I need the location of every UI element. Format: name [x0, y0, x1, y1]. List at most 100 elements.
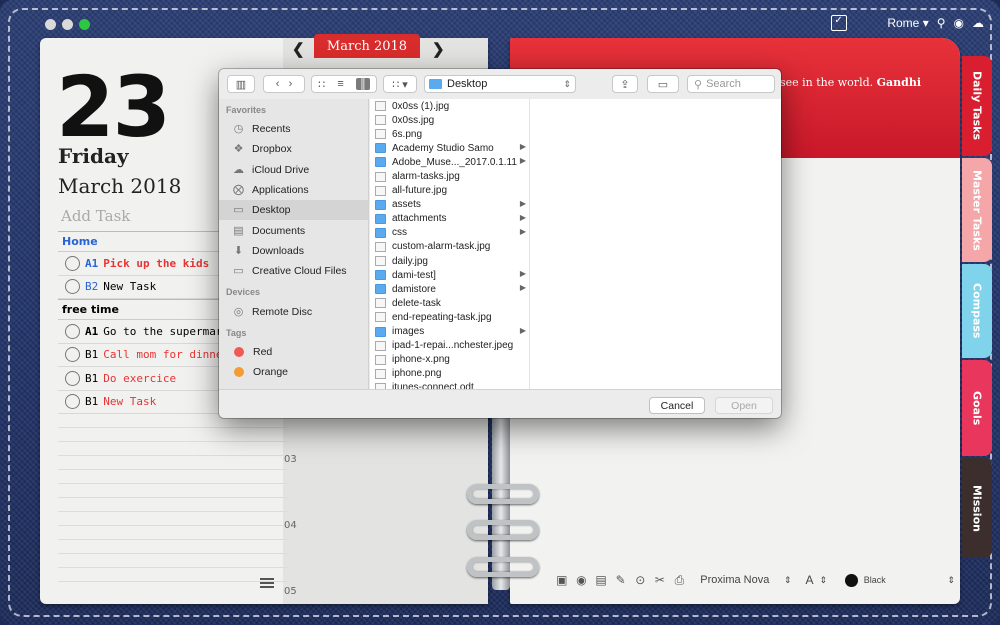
attachment-icon[interactable]: ✂: [653, 573, 667, 587]
file-list-item[interactable]: Adobe_Muse..._2017.0.1.11 ▶: [370, 155, 529, 169]
tag-button[interactable]: ▭: [647, 75, 679, 93]
icon-view-icon[interactable]: ∷: [318, 78, 325, 91]
color-stepper-icon[interactable]: ⇕: [947, 575, 955, 586]
cloud-icon[interactable]: ☁: [972, 16, 984, 30]
file-list-item[interactable]: ipad-1-repai...nchester.jpeg: [370, 339, 529, 353]
file-list-item[interactable]: 0x0ss (1).jpg: [370, 99, 529, 113]
brush-icon[interactable]: ✎: [614, 573, 628, 587]
file-list-item[interactable]: daily.jpg: [370, 254, 529, 268]
file-list-item[interactable]: images ▶: [370, 325, 529, 339]
month-tab[interactable]: March 2018: [314, 34, 420, 58]
file-list-item[interactable]: attachments ▶: [370, 212, 529, 226]
chevron-right-icon[interactable]: ❯: [432, 40, 445, 58]
file-list-item[interactable]: dami-test] ▶: [370, 268, 529, 282]
city-selector[interactable]: Rome ▾: [887, 16, 928, 30]
image-icon[interactable]: ▣: [555, 573, 569, 587]
minimize-window-button[interactable]: [62, 19, 73, 30]
download-icon: ⬇: [233, 244, 244, 257]
file-name: iphone.png: [392, 368, 442, 380]
font-stepper-icon[interactable]: ⇕: [784, 575, 792, 586]
sidebar-item-tag-orange[interactable]: Orange: [219, 362, 368, 382]
favorites-header: Favorites: [226, 105, 267, 115]
tab-master-tasks[interactable]: Master Tasks: [962, 158, 992, 262]
tab-label: Goals: [970, 390, 984, 426]
file-list-item[interactable]: end-repeating-task.jpg: [370, 310, 529, 324]
font-selector[interactable]: Proxima Nova: [700, 574, 778, 586]
disclosure-arrow-icon: ▶: [519, 269, 526, 279]
tab-goals[interactable]: Goals: [962, 360, 992, 456]
tab-compass[interactable]: Compass: [962, 264, 992, 358]
file-list-item[interactable]: iphone.png: [370, 367, 529, 381]
clipboard-icon[interactable]: ▤: [594, 573, 608, 587]
sidebar-item-desktop[interactable]: ▭ Desktop: [219, 200, 368, 221]
sidebar-item-tag-red[interactable]: Red: [219, 342, 368, 362]
microphone-icon[interactable]: ⊙: [633, 573, 647, 587]
task-checkbox[interactable]: [65, 370, 80, 386]
file-name: iphone-x.png: [392, 354, 450, 366]
sidebar-item-documents[interactable]: ▤ Documents: [219, 220, 368, 240]
file-list-item[interactable]: assets ▶: [370, 198, 529, 212]
folder-icon: [375, 326, 386, 337]
file-name: assets: [392, 199, 421, 211]
chevron-left-icon[interactable]: ❮: [292, 40, 305, 58]
sidebar-toggle-button[interactable]: ▥: [227, 75, 255, 93]
size-stepper-icon[interactable]: ⇕: [820, 575, 828, 586]
file-list-item[interactable]: Academy Studio Samo ▶: [370, 141, 529, 155]
file-list-item[interactable]: alarm-tasks.jpg: [370, 169, 529, 183]
file-list-item[interactable]: iphone-x.png: [370, 353, 529, 367]
sidebar-item-creative-cloud-files[interactable]: ▭ Creative Cloud Files: [219, 261, 368, 281]
file-list-item[interactable]: itunes-connect.odt: [370, 381, 529, 389]
sidebar-item-label: Creative Cloud Files: [252, 265, 347, 278]
hamburger-menu-icon[interactable]: [260, 578, 274, 588]
eye-icon[interactable]: ◉: [954, 16, 964, 30]
sidebar-item-applications[interactable]: ⨂ Applications: [219, 180, 368, 200]
file-list-item[interactable]: css ▶: [370, 226, 529, 240]
add-task-input[interactable]: Add Task: [61, 207, 130, 225]
sidebar-item-recents[interactable]: ◷ Recents: [219, 119, 368, 139]
task-checkbox[interactable]: [65, 255, 80, 271]
sidebar-item-dropbox[interactable]: ❖ Dropbox: [219, 139, 368, 159]
sidebar-item-downloads[interactable]: ⬇ Downloads: [219, 241, 368, 261]
file-list-item[interactable]: 6s.png: [370, 127, 529, 141]
print-icon[interactable]: ⎙: [673, 573, 687, 587]
location-popup[interactable]: Desktop ⇕: [424, 75, 576, 93]
back-forward-buttons[interactable]: ‹ ›: [263, 75, 305, 93]
task-checkbox[interactable]: [65, 394, 80, 410]
file-list-item[interactable]: custom-alarm-task.jpg: [370, 240, 529, 254]
file-list-item[interactable]: delete-task: [370, 296, 529, 310]
calendar-check-icon[interactable]: [831, 15, 848, 31]
search-placeholder: Search: [706, 78, 741, 90]
image-file-icon: [375, 354, 386, 365]
weekday-label: Friday: [58, 144, 129, 168]
folder-icon: [375, 270, 386, 281]
file-list-item[interactable]: damistore ▶: [370, 282, 529, 296]
tab-label: Daily Tasks: [970, 71, 984, 141]
preview-column: [530, 99, 781, 389]
sidebar-item-icloud-drive[interactable]: ☁ iCloud Drive: [219, 160, 368, 180]
task-checkbox[interactable]: [65, 323, 80, 339]
arrange-menu-button[interactable]: ∷ ▾: [383, 75, 417, 93]
cancel-button[interactable]: Cancel: [649, 397, 705, 414]
file-list-item[interactable]: 0x0ss.jpg: [370, 113, 529, 127]
share-button[interactable]: ⇪: [612, 75, 638, 93]
task-checkbox[interactable]: [65, 347, 80, 363]
file-name: 6s.png: [392, 128, 423, 140]
color-swatch[interactable]: [845, 573, 858, 587]
color-name[interactable]: Black: [864, 575, 942, 585]
open-button[interactable]: Open: [715, 397, 773, 414]
tab-mission[interactable]: Mission: [962, 458, 992, 558]
close-window-button[interactable]: [45, 19, 56, 30]
location-pin-icon[interactable]: ◉: [575, 573, 589, 587]
search-icon[interactable]: ⚲: [937, 16, 946, 30]
column-view-icon[interactable]: ║: [356, 78, 370, 90]
font-size-button[interactable]: A: [806, 573, 814, 587]
list-view-icon[interactable]: ≡: [337, 78, 343, 90]
tab-daily-tasks[interactable]: Daily Tasks: [962, 56, 992, 156]
zoom-window-button[interactable]: [79, 19, 90, 30]
search-input[interactable]: ⚲ Search: [687, 75, 775, 93]
sidebar-item-remote-disc[interactable]: ◎ Remote Disc: [219, 301, 368, 321]
file-list-item[interactable]: all-future.jpg: [370, 184, 529, 198]
sidebar-item-label: Orange: [253, 366, 289, 379]
task-checkbox[interactable]: [65, 279, 80, 295]
view-mode-switch[interactable]: ∷ ≡ ║: [311, 75, 377, 93]
